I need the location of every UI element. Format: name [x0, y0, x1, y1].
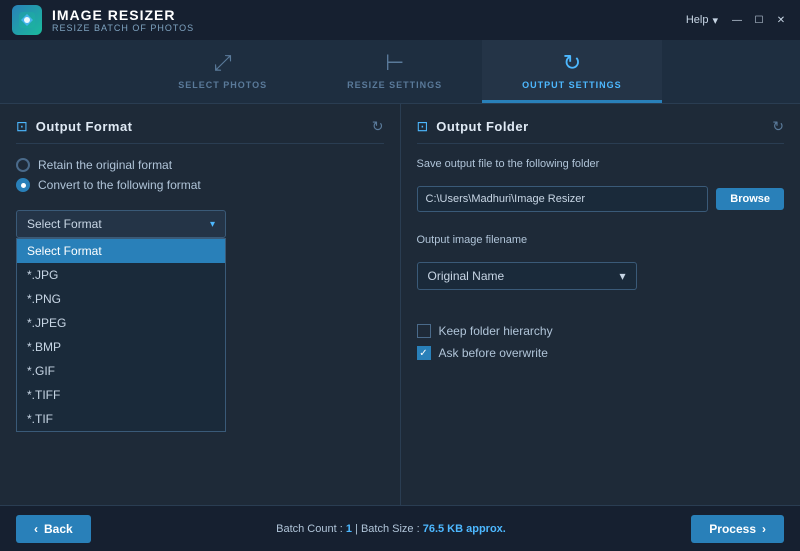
folder-path-input[interactable]	[417, 186, 709, 212]
ask-overwrite-label: Ask before overwrite	[439, 346, 548, 360]
back-label: Back	[44, 522, 73, 536]
help-label: Help	[686, 14, 709, 26]
window-controls: — ☐ ✕	[730, 13, 788, 27]
batch-count-value: 1	[346, 523, 352, 535]
format-radio-group: Retain the original format Convert to th…	[16, 158, 384, 192]
output-settings-label: OUTPUT SETTINGS	[522, 80, 622, 90]
convert-format-radio[interactable]	[16, 178, 30, 192]
help-button[interactable]: Help ▾	[686, 14, 718, 27]
output-folder-icon: ⊡	[417, 118, 429, 135]
output-format-title: Output Format	[36, 119, 133, 134]
format-option-gif[interactable]: *.GIF	[17, 359, 225, 383]
ask-overwrite-checkbox[interactable]	[417, 346, 431, 360]
app-name: IMAGE RESIZER	[52, 7, 194, 23]
format-option-select[interactable]: Select Format	[17, 239, 225, 263]
batch-count-label: Batch Count :	[276, 523, 343, 535]
format-option-jpeg[interactable]: *.JPEG	[17, 311, 225, 335]
convert-format-label: Convert to the following format	[38, 178, 201, 192]
format-option-png[interactable]: *.PNG	[17, 287, 225, 311]
format-option-bmp[interactable]: *.BMP	[17, 335, 225, 359]
output-folder-header: ⊡ Output Folder ↻	[417, 118, 785, 144]
output-format-icon: ⊡	[16, 118, 28, 135]
batch-size-value: 76.5 KB approx.	[423, 523, 506, 535]
step-select-photos[interactable]: ⤢ SELECT PHOTOS	[138, 40, 307, 103]
keep-hierarchy-checkbox[interactable]	[417, 324, 431, 338]
title-bar-right: Help ▾ — ☐ ✕	[686, 13, 788, 27]
help-chevron-icon: ▾	[712, 14, 718, 27]
footer: ‹ Back Batch Count : 1 | Batch Size : 76…	[0, 505, 800, 551]
format-dropdown-menu: Select Format *.JPG *.PNG *.JPEG *.BMP *…	[16, 238, 226, 432]
output-format-refresh-button[interactable]: ↻	[372, 118, 384, 135]
close-button[interactable]: ✕	[774, 13, 788, 27]
resize-settings-label: RESIZE SETTINGS	[347, 80, 442, 90]
output-folder-panel: ⊡ Output Folder ↻ Save output file to th…	[401, 104, 800, 505]
back-button[interactable]: ‹ Back	[16, 515, 91, 543]
app-subtitle: RESIZE BATCH OF PHOTOS	[52, 23, 194, 33]
format-dropdown-value: Select Format	[27, 217, 102, 231]
main-content: ⊡ Output Format ↻ Retain the original fo…	[0, 104, 800, 505]
filename-dropdown[interactable]: Original Name ▾	[417, 262, 637, 290]
batch-size-label: Batch Size :	[361, 523, 420, 535]
app-icon	[12, 5, 42, 35]
output-folder-refresh-button[interactable]: ↻	[772, 118, 784, 135]
keep-hierarchy-label: Keep folder hierarchy	[439, 324, 553, 338]
output-format-header: ⊡ Output Format ↻	[16, 118, 384, 144]
process-label: Process	[709, 522, 756, 536]
format-dropdown-container: Select Format ▾ Select Format *.JPG *.PN…	[16, 210, 384, 238]
step-resize-settings[interactable]: ⊢ RESIZE SETTINGS	[307, 40, 482, 103]
filename-dropdown-arrow-icon: ▾	[619, 269, 625, 283]
format-option-jpg[interactable]: *.JPG	[17, 263, 225, 287]
process-arrow-icon: ›	[762, 522, 766, 536]
maximize-button[interactable]: ☐	[752, 13, 766, 27]
select-photos-icon: ⤢	[214, 50, 232, 76]
convert-format-option[interactable]: Convert to the following format	[16, 178, 384, 192]
select-photos-label: SELECT PHOTOS	[178, 80, 267, 90]
minimize-button[interactable]: —	[730, 13, 744, 27]
format-option-tif[interactable]: *.TIF	[17, 407, 225, 431]
retain-format-radio[interactable]	[16, 158, 30, 172]
output-settings-icon: ↻	[563, 50, 581, 76]
title-bar-left: IMAGE RESIZER RESIZE BATCH OF PHOTOS	[12, 5, 194, 35]
filename-dropdown-value: Original Name	[428, 269, 505, 283]
browse-button[interactable]: Browse	[716, 188, 784, 210]
process-button[interactable]: Process ›	[691, 515, 784, 543]
output-format-panel: ⊡ Output Format ↻ Retain the original fo…	[0, 104, 401, 505]
folder-row: Browse	[417, 186, 785, 212]
format-option-tiff[interactable]: *.TIFF	[17, 383, 225, 407]
format-dropdown[interactable]: Select Format ▾	[16, 210, 226, 238]
title-bar: IMAGE RESIZER RESIZE BATCH OF PHOTOS Hel…	[0, 0, 800, 40]
step-navigation: ⤢ SELECT PHOTOS ⊢ RESIZE SETTINGS ↻ OUTP…	[0, 40, 800, 104]
output-folder-title: Output Folder	[436, 119, 528, 134]
step-output-settings[interactable]: ↻ OUTPUT SETTINGS	[482, 40, 662, 103]
options-checkboxes: Keep folder hierarchy Ask before overwri…	[417, 324, 785, 360]
keep-hierarchy-option[interactable]: Keep folder hierarchy	[417, 324, 785, 338]
ask-overwrite-option[interactable]: Ask before overwrite	[417, 346, 785, 360]
retain-format-label: Retain the original format	[38, 158, 172, 172]
save-folder-label: Save output file to the following folder	[417, 158, 785, 170]
app-title-block: IMAGE RESIZER RESIZE BATCH OF PHOTOS	[52, 7, 194, 33]
output-filename-label: Output image filename	[417, 234, 785, 246]
resize-settings-icon: ⊢	[385, 50, 404, 76]
retain-format-option[interactable]: Retain the original format	[16, 158, 384, 172]
footer-info: Batch Count : 1 | Batch Size : 76.5 KB a…	[276, 523, 506, 535]
back-arrow-icon: ‹	[34, 522, 38, 536]
format-dropdown-arrow-icon: ▾	[210, 219, 215, 230]
